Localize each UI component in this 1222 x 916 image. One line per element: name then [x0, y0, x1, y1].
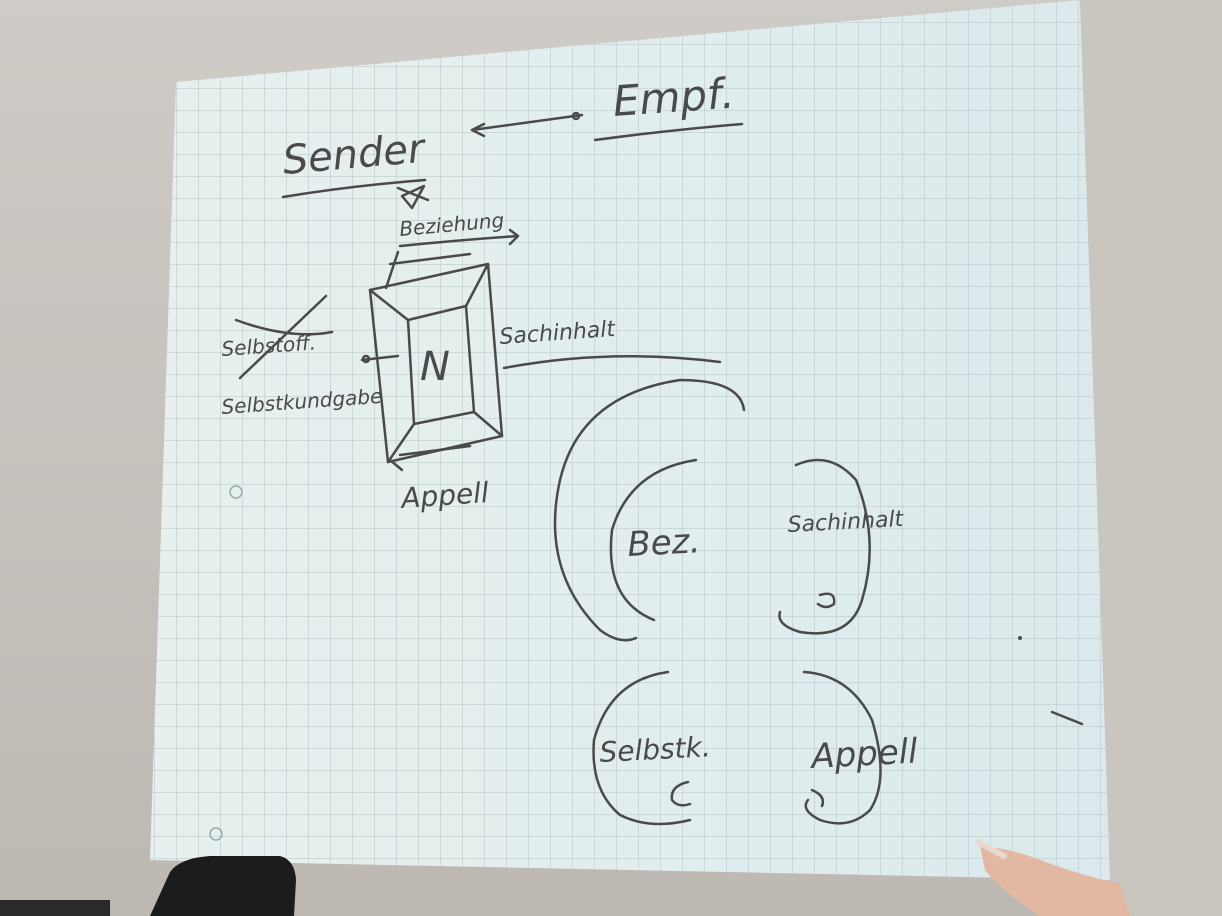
chair-back — [150, 856, 296, 916]
ear-relationship-label: Bez. — [626, 521, 701, 565]
ear-self-label: Selbstk. — [599, 730, 712, 769]
appeal-label: Appell — [398, 476, 490, 515]
whiteboard-photo: Sender Empf. Beziehung Selbstoff. Selbst… — [0, 0, 1222, 916]
ear-appeal-label: Appell — [808, 731, 919, 777]
desk-edge — [0, 900, 110, 916]
box-letter: N — [420, 344, 450, 390]
receiver-label: Empf. — [611, 69, 736, 126]
ink-dot — [1018, 636, 1022, 640]
